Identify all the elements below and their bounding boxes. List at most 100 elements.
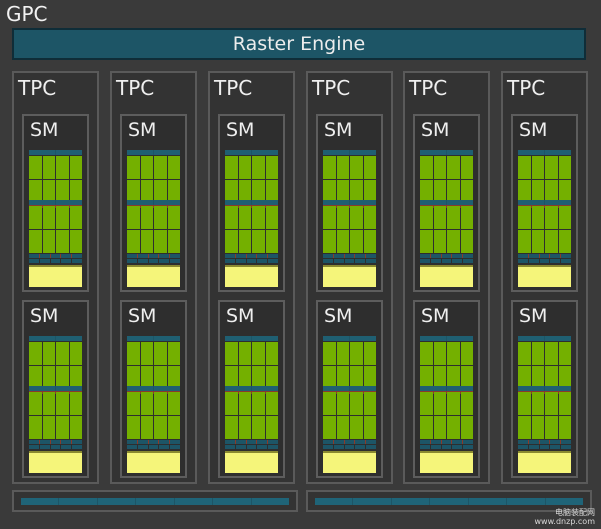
cuda-core-row bbox=[29, 156, 82, 179]
cuda-core-block bbox=[29, 386, 82, 444]
cuda-core-row bbox=[518, 156, 571, 179]
tpc-5: TPC SM SM bbox=[403, 71, 490, 484]
sm-3-2: SM bbox=[218, 300, 285, 478]
tpc-label: TPC bbox=[409, 76, 448, 100]
sm-4-2: SM bbox=[316, 300, 383, 478]
cuda-core-block bbox=[323, 200, 376, 258]
sm-4-1: SM bbox=[316, 114, 383, 292]
load-store-strip bbox=[127, 445, 180, 449]
cuda-core-row bbox=[29, 230, 82, 253]
load-store-strip bbox=[420, 445, 473, 449]
sm-5-2: SM bbox=[413, 300, 480, 478]
warp-scheduler-strip bbox=[323, 336, 376, 341]
watermark-line1: 电脑装配网 bbox=[555, 508, 595, 517]
cuda-core-row bbox=[127, 206, 180, 229]
sm-label: SM bbox=[421, 305, 450, 327]
cuda-core-row bbox=[29, 416, 82, 439]
sm-label: SM bbox=[324, 305, 353, 327]
cuda-core-row bbox=[420, 206, 473, 229]
warp-scheduler-strip bbox=[420, 150, 473, 155]
shared-memory-block bbox=[323, 265, 376, 287]
warp-scheduler-strip bbox=[29, 200, 82, 205]
shared-memory-block bbox=[518, 451, 571, 473]
load-store-strip bbox=[127, 440, 180, 444]
tpc-3: TPC SM SM bbox=[208, 71, 295, 484]
load-store-strip bbox=[29, 440, 82, 444]
cuda-core-row bbox=[420, 416, 473, 439]
warp-scheduler-strip bbox=[323, 150, 376, 155]
load-store-strip bbox=[518, 259, 571, 263]
cuda-core-row bbox=[127, 230, 180, 253]
warp-scheduler-strip bbox=[225, 336, 278, 341]
sm-label: SM bbox=[226, 119, 255, 141]
cuda-core-row bbox=[420, 392, 473, 415]
load-store-strip bbox=[127, 259, 180, 263]
warp-scheduler-strip bbox=[29, 150, 82, 155]
tpc-label: TPC bbox=[18, 76, 57, 100]
cuda-core-row bbox=[420, 342, 473, 365]
shared-memory-block bbox=[225, 451, 278, 473]
sm-1-1: SM bbox=[22, 114, 89, 292]
sm-label: SM bbox=[519, 119, 548, 141]
cuda-core-row bbox=[225, 156, 278, 179]
cuda-core-block bbox=[29, 200, 82, 258]
bottom-bar-right-inner bbox=[315, 498, 583, 505]
warp-scheduler-strip bbox=[420, 386, 473, 391]
tpc-4: TPC SM SM bbox=[306, 71, 393, 484]
warp-scheduler-strip bbox=[518, 386, 571, 391]
cuda-core-row bbox=[29, 342, 82, 365]
load-store-strip bbox=[29, 259, 82, 263]
warp-scheduler-strip bbox=[323, 386, 376, 391]
gpc-title: GPC bbox=[6, 2, 48, 26]
cuda-core-block bbox=[420, 386, 473, 444]
shared-memory-block bbox=[127, 265, 180, 287]
cuda-core-row bbox=[127, 416, 180, 439]
load-store-strip bbox=[518, 254, 571, 258]
cuda-core-row bbox=[225, 206, 278, 229]
warp-scheduler-strip bbox=[225, 150, 278, 155]
bottom-bar-left-inner bbox=[21, 498, 289, 505]
shared-memory-block bbox=[323, 451, 376, 473]
cuda-core-row bbox=[518, 416, 571, 439]
cuda-core-row bbox=[29, 206, 82, 229]
load-store-strip bbox=[420, 254, 473, 258]
warp-scheduler-strip bbox=[225, 200, 278, 205]
load-store-strip bbox=[29, 445, 82, 449]
load-store-strip bbox=[225, 440, 278, 444]
load-store-strip bbox=[127, 254, 180, 258]
warp-scheduler-strip bbox=[127, 336, 180, 341]
sm-label: SM bbox=[128, 119, 157, 141]
sm-5-1: SM bbox=[413, 114, 480, 292]
sm-label: SM bbox=[128, 305, 157, 327]
load-store-strip bbox=[225, 259, 278, 263]
raster-engine: Raster Engine bbox=[12, 28, 586, 60]
sm-label: SM bbox=[324, 119, 353, 141]
load-store-strip bbox=[323, 440, 376, 444]
cuda-core-row bbox=[225, 392, 278, 415]
load-store-strip bbox=[420, 259, 473, 263]
cuda-core-row bbox=[420, 156, 473, 179]
load-store-strip bbox=[323, 259, 376, 263]
warp-scheduler-strip bbox=[225, 386, 278, 391]
sm-6-2: SM bbox=[511, 300, 578, 478]
cuda-core-block bbox=[323, 386, 376, 444]
warp-scheduler-strip bbox=[323, 200, 376, 205]
load-store-strip bbox=[323, 254, 376, 258]
tpc-2: TPC SM SM bbox=[110, 71, 197, 484]
cuda-core-row bbox=[518, 342, 571, 365]
watermark: 电脑装配网 www.dnzp.com bbox=[535, 508, 596, 526]
sm-label: SM bbox=[226, 305, 255, 327]
cuda-core-row bbox=[323, 342, 376, 365]
cuda-core-block bbox=[225, 386, 278, 444]
cuda-core-row bbox=[225, 342, 278, 365]
load-store-strip bbox=[225, 254, 278, 258]
sm-label: SM bbox=[30, 119, 59, 141]
cuda-core-block bbox=[420, 200, 473, 258]
cuda-core-block bbox=[127, 386, 180, 444]
cuda-core-row bbox=[323, 156, 376, 179]
sm-label: SM bbox=[30, 305, 59, 327]
cuda-core-row bbox=[518, 392, 571, 415]
tpc-label: TPC bbox=[214, 76, 253, 100]
warp-scheduler-strip bbox=[127, 386, 180, 391]
cuda-core-row bbox=[323, 230, 376, 253]
